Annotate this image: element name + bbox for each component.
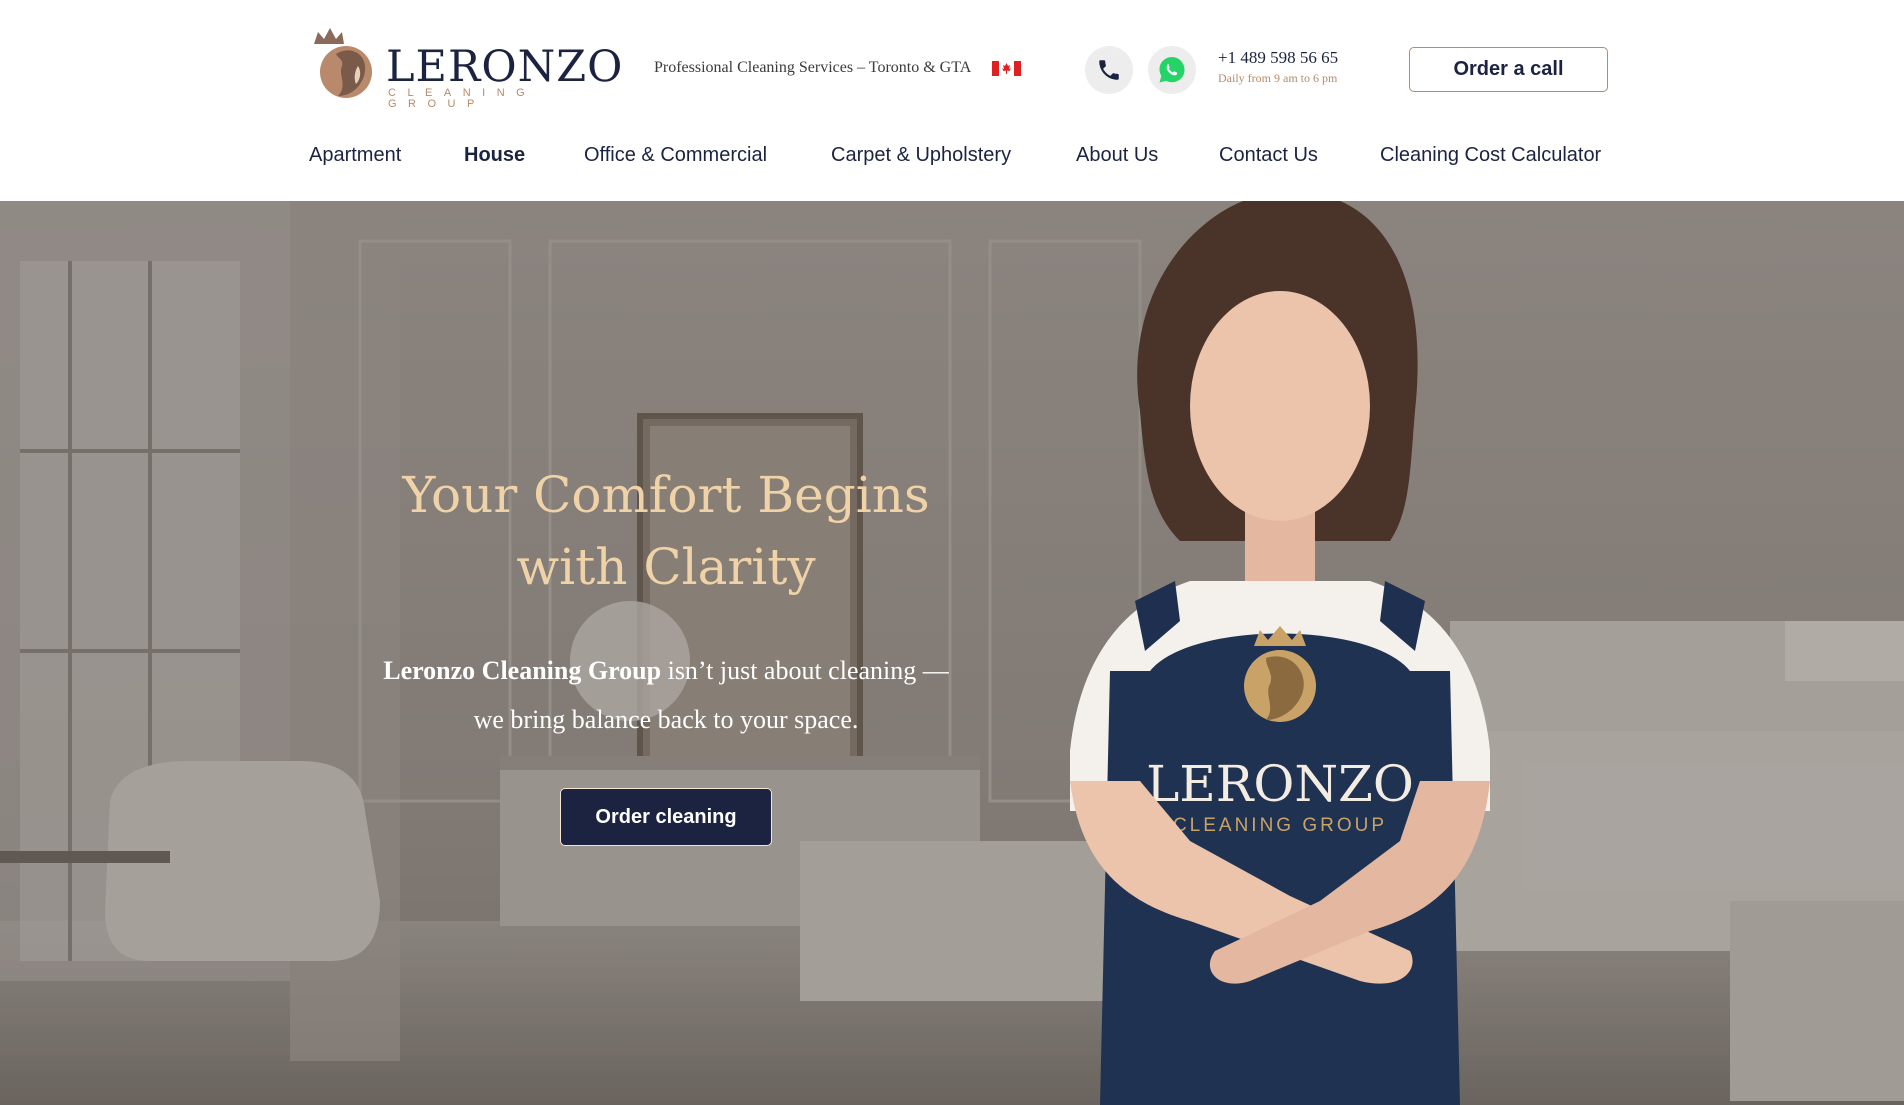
hero-section: LERONZO CLEANING GROUP Your Comfort Begi… xyxy=(0,201,1904,1105)
business-hours: Daily from 9 am to 6 pm xyxy=(1218,71,1338,85)
phone-number[interactable]: +1 489 598 56 65 xyxy=(1218,48,1338,68)
hero-subtitle-brand: Leronzo Cleaning Group xyxy=(383,656,662,685)
hero-title: Your Comfort Begins with Clarity xyxy=(356,459,976,603)
phone-icon xyxy=(1099,60,1119,80)
header-tagline: Professional Cleaning Services – Toronto… xyxy=(654,59,972,76)
hero-subtitle-line-1: Leronzo Cleaning Group isn’t just about … xyxy=(356,646,976,695)
nav-item-apartment[interactable]: Apartment xyxy=(309,144,401,167)
logo-wordmark: LERONZO xyxy=(386,42,624,92)
nav-item-contact-us[interactable]: Contact Us xyxy=(1219,144,1318,167)
whatsapp-button[interactable] xyxy=(1148,46,1196,94)
site-header: LERONZO CLEANING GROUP Professional Clea… xyxy=(0,0,1904,201)
nav-item-cost-calculator[interactable]: Cleaning Cost Calculator xyxy=(1380,144,1601,167)
order-call-button[interactable]: Order a call xyxy=(1409,47,1608,92)
hero-title-line-1: Your Comfort Begins xyxy=(402,466,930,524)
nav-item-carpet-upholstery[interactable]: Carpet & Upholstery xyxy=(831,144,1011,167)
hero-title-line-2: with Clarity xyxy=(516,538,816,596)
hero-subtitle: Leronzo Cleaning Group isn’t just about … xyxy=(356,646,976,744)
phone-button[interactable] xyxy=(1085,46,1133,94)
nav-item-about-us[interactable]: About Us xyxy=(1076,144,1158,167)
logo-subtitle: CLEANING GROUP xyxy=(388,87,537,110)
canada-flag-icon xyxy=(992,61,1021,76)
whatsapp-icon xyxy=(1159,57,1185,83)
brand-logo[interactable]: LERONZO CLEANING GROUP xyxy=(308,26,622,110)
order-cleaning-button[interactable]: Order cleaning xyxy=(560,788,772,846)
main-nav: Apartment House Office & Commercial Carp… xyxy=(0,144,1904,168)
crown-woman-logo-icon xyxy=(314,28,372,98)
hero-subtitle-line-2: we bring balance back to your space. xyxy=(473,705,859,734)
hero-subtitle-text: isn’t just about cleaning — xyxy=(661,656,949,685)
nav-item-house[interactable]: House xyxy=(464,144,525,167)
apron-logo-text: LERONZO xyxy=(1146,755,1414,813)
nav-item-office-commercial[interactable]: Office & Commercial xyxy=(584,144,767,167)
apron-logo-subtitle: CLEANING GROUP xyxy=(1173,815,1387,836)
cleaner-woman-image: LERONZO CLEANING GROUP xyxy=(1070,201,1490,1105)
